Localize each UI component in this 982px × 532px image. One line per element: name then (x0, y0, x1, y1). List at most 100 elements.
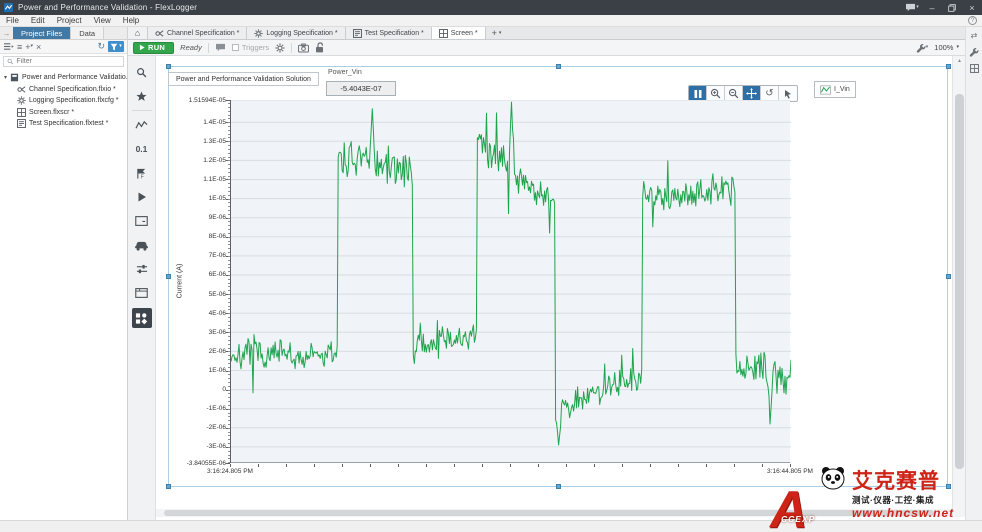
reset-zoom-button[interactable]: ↺ (761, 86, 779, 101)
tree-expand-icon[interactable]: ▾ (4, 74, 7, 81)
waveform-trace (231, 100, 791, 463)
resize-handle[interactable] (556, 484, 561, 489)
snap-tool-icon[interactable]: ▾ (916, 43, 929, 53)
tree-item-label: Test Specification.flxtest * (29, 120, 108, 127)
minimize-button[interactable]: – (922, 0, 942, 15)
back-arrow-icon[interactable]: → (0, 27, 13, 39)
channel-value-indicator[interactable]: -5.4043E-07 (326, 81, 396, 96)
tree-item-label: Screen.flxscr * (29, 109, 74, 116)
new-tab-button[interactable]: +▾ (486, 27, 508, 39)
resize-handle[interactable] (166, 64, 171, 69)
zoom-out-button[interactable] (725, 86, 743, 101)
feedback-icon[interactable]: ▾ (902, 0, 922, 15)
run-button[interactable]: RUN (133, 42, 174, 54)
y-minor-tick (228, 202, 230, 203)
settings-gear-icon[interactable] (275, 43, 285, 53)
alarm-flag-widget-icon[interactable]: F (128, 161, 156, 185)
tree-item-channel-specification-flxio[interactable]: Channel Specification.flxio * (0, 84, 127, 96)
hscroll-thumb[interactable] (164, 510, 934, 516)
comment-icon[interactable] (215, 43, 226, 52)
image-widget-icon[interactable] (128, 209, 156, 233)
screenshot-icon[interactable] (298, 43, 309, 53)
grid-panel-icon[interactable] (970, 64, 979, 73)
vertical-scrollbar[interactable]: ▲ (952, 56, 965, 517)
container-widget-icon[interactable] (128, 281, 156, 305)
filter-input[interactable] (16, 58, 120, 65)
screen-sub-tab[interactable]: Power and Performance Validation Solutio… (168, 72, 319, 86)
resize-handle[interactable] (556, 64, 561, 69)
restore-button[interactable] (942, 0, 962, 15)
tree-item-label: Logging Specification.flxcfg * (29, 97, 119, 104)
x-tick-mark (482, 464, 483, 467)
y-minor-tick (228, 455, 230, 456)
y-minor-tick (228, 218, 230, 219)
flexlogger-app-icon (4, 3, 13, 12)
unlock-icon[interactable] (315, 42, 325, 53)
vscroll-thumb[interactable] (955, 94, 964, 469)
project-tree: ▾Power and Performance Validatio...Chann… (0, 69, 127, 130)
graph-widget-icon[interactable] (128, 113, 156, 137)
filter-button[interactable]: ▾ (108, 41, 124, 52)
help-icon[interactable]: ? (968, 16, 977, 25)
tree-item-screen-flxscr[interactable]: Screen.flxscr * (0, 107, 127, 119)
filter-search-box[interactable] (3, 56, 124, 67)
status-bar (0, 520, 982, 532)
favorites-icon[interactable] (128, 84, 156, 108)
remove-file-button[interactable]: × (36, 42, 41, 52)
sidebar-tab-project-files[interactable]: Project Files (13, 27, 71, 39)
zoom-level-select[interactable]: 100% ▾ (934, 43, 959, 52)
home-tab[interactable]: ⌂ (128, 27, 148, 39)
screen-canvas[interactable]: Power and Performance Validation Solutio… (156, 56, 952, 509)
horizontal-scrollbar[interactable] (156, 509, 952, 517)
menu-help[interactable]: Help (117, 16, 145, 25)
menu-view[interactable]: View (88, 16, 117, 25)
y-minor-tick (228, 130, 230, 131)
search-tool-icon[interactable] (128, 60, 156, 84)
resize-handle[interactable] (946, 64, 951, 69)
list-view-icon[interactable]: ≡ (17, 42, 22, 52)
menu-bar: FileEditProjectViewHelp ? (0, 15, 982, 27)
menu-file[interactable]: File (0, 16, 25, 25)
tree-item-logging-specification-flxcfg[interactable]: Logging Specification.flxcfg * (0, 95, 127, 107)
tree-item-power-and-performance-validatio[interactable]: ▾Power and Performance Validatio... (0, 72, 127, 84)
dock-icon[interactable]: ⇄ (971, 31, 978, 40)
run-control-widget-icon[interactable] (128, 185, 156, 209)
graph-plot-area[interactable] (230, 100, 790, 463)
tab-logging-specification[interactable]: Logging Specification * (247, 27, 345, 39)
menu-project[interactable]: Project (51, 16, 88, 25)
y-minor-tick (228, 256, 230, 257)
y-minor-tick (228, 179, 230, 180)
y-minor-tick (228, 237, 230, 238)
zoom-in-button[interactable] (707, 86, 725, 101)
y-minor-tick (228, 409, 230, 410)
numeric-indicator-widget-icon[interactable]: 0.1 (128, 137, 156, 161)
sidebar-tab-data[interactable]: Data (71, 27, 104, 39)
y-minor-tick (228, 107, 230, 108)
widget-gallery-icon[interactable] (132, 308, 152, 328)
y-minor-tick (228, 290, 230, 291)
y-minor-tick (228, 233, 230, 234)
menu-edit[interactable]: Edit (25, 16, 51, 25)
resize-handle[interactable] (166, 484, 171, 489)
collapse-all-icon[interactable] (3, 42, 14, 51)
resize-handle[interactable] (946, 484, 951, 489)
tab-test-specification[interactable]: Test Specification * (346, 27, 432, 39)
search-icon (7, 58, 13, 65)
triggers-toggle[interactable]: Triggers (232, 43, 269, 52)
triggers-checkbox[interactable] (232, 44, 239, 51)
resize-handle[interactable] (946, 274, 951, 279)
pan-button[interactable] (743, 86, 761, 101)
slider-widget-icon[interactable] (128, 257, 156, 281)
add-file-button[interactable]: +▾ (25, 42, 33, 52)
graph-legend[interactable]: I_Vin (814, 81, 856, 98)
wrench-icon[interactable] (969, 47, 979, 57)
close-button[interactable]: × (962, 0, 982, 15)
refresh-icon[interactable]: ↻ (97, 41, 105, 52)
y-minor-tick (228, 401, 230, 402)
tree-item-test-specification-flxtest[interactable]: Test Specification.flxtest * (0, 118, 127, 130)
tab-screen[interactable]: Screen * (432, 27, 486, 39)
tab-channel-specification[interactable]: Channel Specification * (148, 27, 247, 39)
vehicle-widget-icon[interactable] (128, 233, 156, 257)
pointer-button[interactable] (779, 86, 797, 101)
pause-button[interactable] (689, 86, 707, 101)
